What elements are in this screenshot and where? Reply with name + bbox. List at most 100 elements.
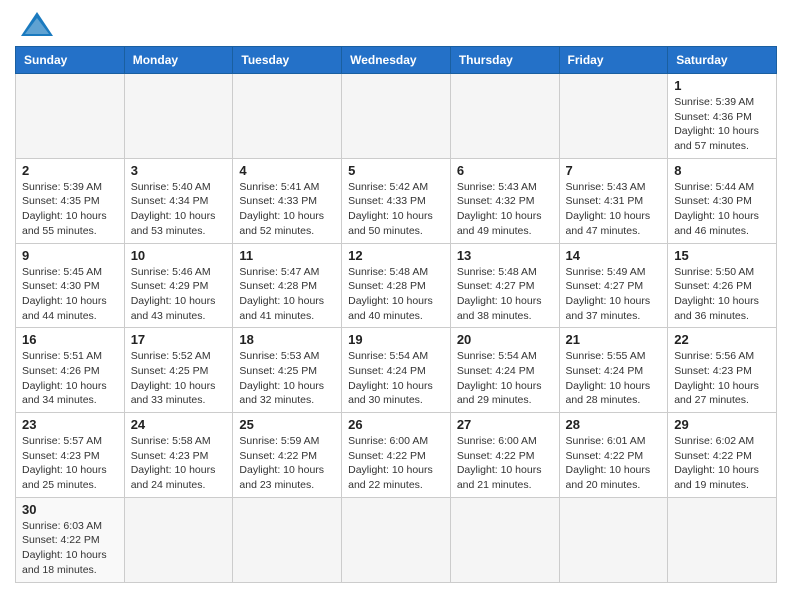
calendar-cell: 17 Sunrise: 5:52 AMSunset: 4:25 PMDayligh…: [124, 328, 233, 413]
day-info: Sunrise: 5:57 AMSunset: 4:23 PMDaylight:…: [22, 434, 118, 493]
day-info: Sunrise: 5:53 AMSunset: 4:25 PMDaylight:…: [239, 349, 335, 408]
logo-icon: [19, 10, 55, 38]
day-number: 2: [22, 163, 118, 178]
day-number: 23: [22, 417, 118, 432]
day-number: 26: [348, 417, 444, 432]
calendar-cell: [342, 497, 451, 582]
weekday-header-row: SundayMondayTuesdayWednesdayThursdayFrid…: [16, 47, 777, 74]
calendar-cell: [668, 497, 777, 582]
day-info: Sunrise: 5:48 AMSunset: 4:28 PMDaylight:…: [348, 265, 444, 324]
calendar-cell: 13Sunrise: 5:48 AMSunset: 4:27 PMDayligh…: [450, 243, 559, 328]
calendar-cell: 25 Sunrise: 5:59 AMSunset: 4:22 PMDayligh…: [233, 413, 342, 498]
day-info: Sunrise: 5:42 AMSunset: 4:33 PMDaylight:…: [348, 180, 444, 239]
day-info: Sunrise: 5:56 AMSunset: 4:23 PMDaylight:…: [674, 349, 770, 408]
day-number: 27: [457, 417, 553, 432]
calendar-cell: 9 Sunrise: 5:45 AMSunset: 4:30 PMDaylight…: [16, 243, 125, 328]
day-info: Sunrise: 5:45 AMSunset: 4:30 PMDaylight:…: [22, 265, 118, 324]
day-number: 3: [131, 163, 227, 178]
day-info: Sunrise: 5:44 AMSunset: 4:30 PMDaylight:…: [674, 180, 770, 239]
day-number: 20: [457, 332, 553, 347]
week-row-0: 1Sunrise: 5:39 AMSunset: 4:36 PMDaylight…: [16, 74, 777, 159]
calendar-cell: 29Sunrise: 6:02 AMSunset: 4:22 PMDayligh…: [668, 413, 777, 498]
day-number: 5: [348, 163, 444, 178]
calendar-cell: 12 Sunrise: 5:48 AMSunset: 4:28 PMDayligh…: [342, 243, 451, 328]
calendar-cell: 23 Sunrise: 5:57 AMSunset: 4:23 PMDayligh…: [16, 413, 125, 498]
day-number: 22: [674, 332, 770, 347]
calendar-cell: [124, 74, 233, 159]
day-info: Sunrise: 5:52 AMSunset: 4:25 PMDaylight:…: [131, 349, 227, 408]
calendar-cell: [450, 497, 559, 582]
day-number: 12: [348, 248, 444, 263]
day-info: Sunrise: 5:49 AMSunset: 4:27 PMDaylight:…: [566, 265, 662, 324]
logo: [15, 10, 55, 38]
weekday-header-monday: Monday: [124, 47, 233, 74]
week-row-4: 23 Sunrise: 5:57 AMSunset: 4:23 PMDayligh…: [16, 413, 777, 498]
weekday-header-thursday: Thursday: [450, 47, 559, 74]
calendar-cell: 8 Sunrise: 5:44 AMSunset: 4:30 PMDaylight…: [668, 158, 777, 243]
calendar-cell: 21Sunrise: 5:55 AMSunset: 4:24 PMDayligh…: [559, 328, 668, 413]
day-number: 1: [674, 78, 770, 93]
calendar-cell: 30Sunrise: 6:03 AMSunset: 4:22 PMDayligh…: [16, 497, 125, 582]
day-info: Sunrise: 5:43 AMSunset: 4:31 PMDaylight:…: [566, 180, 662, 239]
calendar-table: SundayMondayTuesdayWednesdayThursdayFrid…: [15, 46, 777, 583]
week-row-3: 16Sunrise: 5:51 AMSunset: 4:26 PMDayligh…: [16, 328, 777, 413]
day-info: Sunrise: 5:39 AMSunset: 4:35 PMDaylight:…: [22, 180, 118, 239]
day-info: Sunrise: 5:47 AMSunset: 4:28 PMDaylight:…: [239, 265, 335, 324]
calendar-cell: [559, 74, 668, 159]
calendar-cell: 14 Sunrise: 5:49 AMSunset: 4:27 PMDayligh…: [559, 243, 668, 328]
day-number: 13: [457, 248, 553, 263]
day-number: 9: [22, 248, 118, 263]
calendar-cell: 22 Sunrise: 5:56 AMSunset: 4:23 PMDayligh…: [668, 328, 777, 413]
calendar-cell: 3 Sunrise: 5:40 AMSunset: 4:34 PMDaylight…: [124, 158, 233, 243]
logo-area: [15, 10, 55, 38]
calendar-cell: 20 Sunrise: 5:54 AMSunset: 4:24 PMDayligh…: [450, 328, 559, 413]
calendar-cell: 28 Sunrise: 6:01 AMSunset: 4:22 PMDayligh…: [559, 413, 668, 498]
calendar-cell: 5 Sunrise: 5:42 AMSunset: 4:33 PMDaylight…: [342, 158, 451, 243]
day-info: Sunrise: 5:55 AMSunset: 4:24 PMDaylight:…: [566, 349, 662, 408]
header: [15, 10, 777, 38]
calendar-cell: 2 Sunrise: 5:39 AMSunset: 4:35 PMDaylight…: [16, 158, 125, 243]
day-number: 10: [131, 248, 227, 263]
day-info: Sunrise: 6:00 AMSunset: 4:22 PMDaylight:…: [457, 434, 553, 493]
calendar-cell: [450, 74, 559, 159]
day-number: 18: [239, 332, 335, 347]
calendar-cell: [233, 74, 342, 159]
day-info: Sunrise: 6:03 AMSunset: 4:22 PMDaylight:…: [22, 519, 118, 578]
day-number: 19: [348, 332, 444, 347]
calendar-cell: [342, 74, 451, 159]
calendar-cell: 18 Sunrise: 5:53 AMSunset: 4:25 PMDayligh…: [233, 328, 342, 413]
calendar-cell: [124, 497, 233, 582]
day-info: Sunrise: 5:41 AMSunset: 4:33 PMDaylight:…: [239, 180, 335, 239]
day-number: 17: [131, 332, 227, 347]
weekday-header-sunday: Sunday: [16, 47, 125, 74]
day-info: Sunrise: 5:40 AMSunset: 4:34 PMDaylight:…: [131, 180, 227, 239]
calendar-cell: 26 Sunrise: 6:00 AMSunset: 4:22 PMDayligh…: [342, 413, 451, 498]
day-number: 6: [457, 163, 553, 178]
day-info: Sunrise: 5:46 AMSunset: 4:29 PMDaylight:…: [131, 265, 227, 324]
day-number: 14: [566, 248, 662, 263]
day-number: 8: [674, 163, 770, 178]
day-info: Sunrise: 5:54 AMSunset: 4:24 PMDaylight:…: [457, 349, 553, 408]
week-row-1: 2 Sunrise: 5:39 AMSunset: 4:35 PMDaylight…: [16, 158, 777, 243]
week-row-2: 9 Sunrise: 5:45 AMSunset: 4:30 PMDaylight…: [16, 243, 777, 328]
weekday-header-tuesday: Tuesday: [233, 47, 342, 74]
day-number: 25: [239, 417, 335, 432]
weekday-header-saturday: Saturday: [668, 47, 777, 74]
day-info: Sunrise: 5:59 AMSunset: 4:22 PMDaylight:…: [239, 434, 335, 493]
day-number: 4: [239, 163, 335, 178]
calendar-cell: 27 Sunrise: 6:00 AMSunset: 4:22 PMDayligh…: [450, 413, 559, 498]
calendar-cell: [559, 497, 668, 582]
weekday-header-wednesday: Wednesday: [342, 47, 451, 74]
day-number: 24: [131, 417, 227, 432]
day-info: Sunrise: 6:00 AMSunset: 4:22 PMDaylight:…: [348, 434, 444, 493]
calendar-cell: 24Sunrise: 5:58 AMSunset: 4:23 PMDayligh…: [124, 413, 233, 498]
calendar-cell: 19Sunrise: 5:54 AMSunset: 4:24 PMDayligh…: [342, 328, 451, 413]
calendar-cell: 15Sunrise: 5:50 AMSunset: 4:26 PMDayligh…: [668, 243, 777, 328]
day-number: 28: [566, 417, 662, 432]
day-info: Sunrise: 5:50 AMSunset: 4:26 PMDaylight:…: [674, 265, 770, 324]
calendar-cell: 6Sunrise: 5:43 AMSunset: 4:32 PMDaylight…: [450, 158, 559, 243]
day-number: 7: [566, 163, 662, 178]
calendar-cell: 11Sunrise: 5:47 AMSunset: 4:28 PMDayligh…: [233, 243, 342, 328]
day-info: Sunrise: 5:51 AMSunset: 4:26 PMDaylight:…: [22, 349, 118, 408]
day-info: Sunrise: 6:01 AMSunset: 4:22 PMDaylight:…: [566, 434, 662, 493]
